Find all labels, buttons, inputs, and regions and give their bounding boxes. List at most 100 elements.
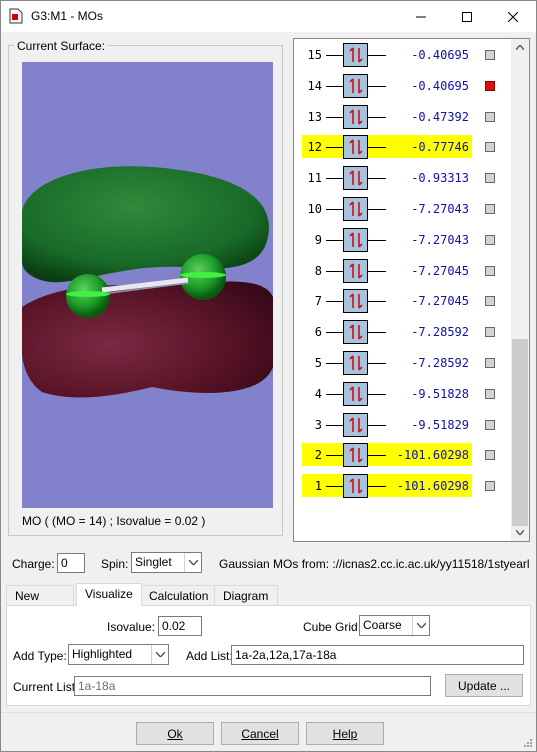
cancel-label: Cancel [241,726,279,741]
scroll-down-button[interactable] [511,524,529,541]
mo-level-row[interactable]: 4 -9.51828 [294,381,512,406]
electron-pair-icon [343,320,368,345]
gaussian-source: Gaussian MOs from: ://icnas2.cc.ic.ac.uk… [219,557,530,571]
tab-visualize[interactable]: Visualize [76,583,142,606]
select-marker[interactable] [485,358,495,368]
electron-pair-icon [343,474,368,499]
electron-pair-icon [343,351,368,375]
surface-viewport[interactable] [22,62,273,508]
add-list-input[interactable]: 1a-2a,12a,17a-18a [231,645,524,665]
electron-pair-icon [343,443,368,468]
select-marker[interactable] [485,111,495,122]
electron-pair-icon [343,227,368,252]
close-icon [508,11,518,22]
mo-number: 10 [307,202,322,216]
chevron-down-icon [184,553,201,572]
isovalue-input[interactable]: 0.02 [158,616,202,636]
mo-number: 2 [314,448,322,463]
electron-pair-icon [343,258,368,283]
maximize-button[interactable] [444,1,490,32]
mo-energy: -9.51829 [411,417,469,432]
electron-pair-icon [343,412,368,437]
mo-energy: -101.60298 [396,479,469,494]
mo-number: 5 [314,356,322,370]
mo-level-row[interactable]: 14 -0.40695 [294,73,512,98]
select-marker[interactable] [485,481,495,492]
mo-number: 15 [307,48,322,62]
scroll-up-button[interactable] [511,39,529,56]
select-marker[interactable] [485,450,495,461]
current-list-field: 1a-18a [74,676,431,696]
update-button[interactable]: Update ... [445,674,523,697]
mo-caption: MO ( (MO = 14) ; Isovalue = 0.02 ) [22,514,206,528]
current-list-label: Current List: [13,680,79,694]
mo-level-row[interactable]: 9 -7.27043 [294,227,512,252]
charge-label: Charge: [12,557,55,571]
tab-diagram[interactable]: Diagram [214,585,278,606]
mo-number: 8 [314,263,322,278]
selected-marker[interactable] [485,80,495,91]
chevron-down-icon [151,645,168,664]
mo-level-row[interactable]: 15 -0.40695 [294,43,512,67]
mo-window: G3:M1 - MOs Current Surface: MO ((MO = … [0,0,537,752]
mo-level-row[interactable]: 3 -9.51829 [294,412,512,437]
spin-value: Singlet [135,555,172,569]
mo-number: 4 [314,386,322,401]
select-marker[interactable] [485,296,495,307]
charge-input[interactable]: 0 [57,553,85,573]
select-marker[interactable] [485,265,495,276]
cube-grid-value: Coarse [363,618,402,632]
mo-energy: -101.60298 [396,448,469,463]
select-marker[interactable] [485,388,495,399]
mo-levels-list[interactable]: 15 -0.40695 14 -0.40695 13 -0.47392 12 -0.77746… [293,38,530,542]
mo-number: 13 [307,109,322,124]
cube-grid-select[interactable]: Coarse [359,615,430,636]
select-marker[interactable] [485,234,495,245]
mo-level-row[interactable]: 13 -0.47392 [294,104,512,129]
select-marker[interactable] [485,204,495,214]
minimize-icon [416,16,426,17]
electron-pair-icon [343,381,368,406]
mo-level-row[interactable]: 11 -0.93313 [294,166,512,191]
mo-energy: -0.47392 [411,109,469,124]
mo-energy: -0.40695 [411,48,469,62]
chevron-down-icon [412,616,429,635]
mo-level-row[interactable]: 5 -7.28592 [294,351,512,375]
mo-energy: -0.40695 [411,78,469,93]
resize-grip-icon[interactable] [522,737,532,747]
mo-level-row[interactable]: 6 -7.28592 [294,320,512,345]
electron-pair-icon [343,104,368,129]
electron-pair-icon [343,135,368,160]
mo-number: 3 [314,417,322,432]
select-marker[interactable] [485,419,495,430]
spin-select[interactable]: Singlet [131,552,202,573]
select-marker[interactable] [485,142,495,153]
mo-level-row[interactable]: 10 -7.27043 [294,197,512,221]
mo-level-row[interactable]: 1 -101.60298 [294,474,512,499]
cancel-button[interactable]: Cancel [221,722,299,745]
scroll-thumb[interactable] [512,339,528,526]
mo-level-row[interactable]: 2 -101.60298 [294,443,512,468]
help-label: Help [332,726,358,741]
tab-new-mos[interactable]: New MOs [6,585,74,617]
document-icon [9,8,23,24]
mo-level-row[interactable]: 12 -0.77746 [294,135,512,160]
electron-pair-icon [343,289,368,314]
mo-energy: -7.27045 [411,294,469,309]
mo-level-row[interactable]: 7 -7.27045 [294,289,512,314]
ok-button[interactable]: Ok [136,722,214,745]
minimize-button[interactable] [398,1,444,32]
add-type-select[interactable]: Highlighted [68,644,169,665]
select-marker[interactable] [485,327,495,338]
mo-energy: -7.27045 [411,263,469,278]
chevron-up-icon [516,45,524,50]
tab-calculation[interactable]: Calculation [140,585,216,606]
select-marker[interactable] [485,173,495,184]
close-button[interactable] [490,1,536,32]
mo-surface-render [22,166,273,398]
select-marker[interactable] [485,50,495,60]
levels-scrollbar[interactable] [511,39,529,541]
title-bar: G3:M1 - MOs [1,1,536,32]
mo-level-row[interactable]: 8 -7.27045 [294,258,512,283]
help-button[interactable]: Help [306,722,384,745]
